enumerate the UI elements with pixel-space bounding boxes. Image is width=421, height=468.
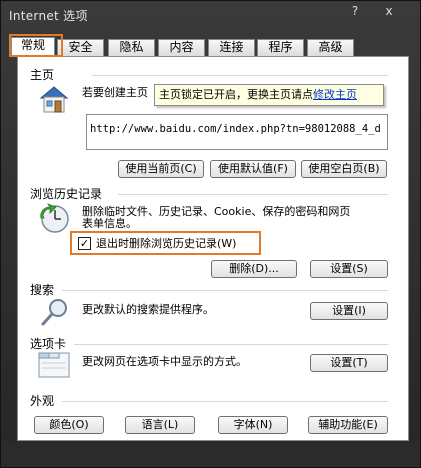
internet-options-window: Internet 选项 ? x 常规 安全 隐私 内容 连接 程序 高级 主页 … xyxy=(0,0,421,468)
tooltip-text: 主页锁定已开启，更换主页请点 xyxy=(159,88,313,101)
tab-security[interactable]: 安全 xyxy=(57,39,104,56)
appearance-divider xyxy=(62,401,388,402)
home-page-description: 若要创建主页 xyxy=(82,86,148,99)
use-current-button[interactable]: 使用当前页(C) xyxy=(118,160,204,178)
search-description: 更改默认的搜索提供程序。 xyxy=(82,303,214,316)
search-heading: 搜索 xyxy=(30,283,55,297)
general-panel: 主页 若要创建主页 主页锁定已开启，更换主页请点修改主页 http://www.… xyxy=(17,56,409,441)
fonts-button[interactable]: 字体(N) xyxy=(218,416,288,434)
home-page-heading: 主页 xyxy=(30,68,55,82)
use-blank-button[interactable]: 使用空白页(B) xyxy=(301,160,387,178)
help-button[interactable]: ? xyxy=(348,4,362,20)
tab-content[interactable]: 内容 xyxy=(158,39,205,56)
history-clock-icon xyxy=(40,203,69,233)
tabs-window-icon xyxy=(38,352,70,378)
history-description-line2: 表单信息。 xyxy=(82,217,137,230)
tab-programs[interactable]: 程序 xyxy=(257,39,304,56)
tab-advanced[interactable]: 高级 xyxy=(307,39,354,56)
tab-strip: 常规 安全 隐私 内容 连接 程序 高级 xyxy=(9,37,409,57)
search-divider xyxy=(62,290,388,291)
tabs-settings-button[interactable]: 设置(T) xyxy=(310,354,388,372)
delete-on-exit-row[interactable]: ✓ 退出时删除浏览历史记录(W) xyxy=(70,231,261,255)
accessibility-button[interactable]: 辅助功能(E) xyxy=(308,416,388,434)
magnifier-icon xyxy=(41,299,67,326)
title-bar[interactable]: Internet 选项 ? x xyxy=(1,1,420,29)
delete-on-exit-label: 退出时删除浏览历史记录(W) xyxy=(96,237,237,250)
window-title: Internet 选项 xyxy=(9,9,88,23)
tab-connections[interactable]: 连接 xyxy=(208,39,255,56)
languages-button[interactable]: 语言(L) xyxy=(125,416,195,434)
close-button[interactable]: x xyxy=(381,4,397,20)
tabs-divider xyxy=(74,344,388,345)
delete-history-button[interactable]: 删除(D)... xyxy=(211,260,297,278)
home-page-url: http://www.baidu.com/index.php?tn=980120… xyxy=(90,123,381,135)
modify-home-link[interactable]: 修改主页 xyxy=(313,88,357,101)
tabs-description: 更改网页在选项卡中显示的方式。 xyxy=(82,355,247,368)
use-default-button[interactable]: 使用默认值(F) xyxy=(210,160,296,178)
tab-privacy[interactable]: 隐私 xyxy=(108,39,155,56)
home-divider xyxy=(92,75,388,76)
home-page-url-field[interactable]: http://www.baidu.com/index.php?tn=980120… xyxy=(86,114,388,150)
appearance-heading: 外观 xyxy=(30,394,55,408)
delete-on-exit-checkbox[interactable]: ✓ xyxy=(78,237,91,250)
history-divider xyxy=(118,194,388,195)
history-settings-button[interactable]: 设置(S) xyxy=(310,260,388,278)
house-icon xyxy=(39,86,69,113)
dialog-button-area xyxy=(1,441,420,467)
colors-button[interactable]: 颜色(O) xyxy=(34,416,104,434)
home-lock-tooltip: 主页锁定已开启，更换主页请点修改主页 xyxy=(154,84,384,106)
search-settings-button[interactable]: 设置(I) xyxy=(310,302,388,320)
tab-general[interactable]: 常规 xyxy=(11,37,55,57)
browsing-history-heading: 浏览历史记录 xyxy=(30,187,103,201)
